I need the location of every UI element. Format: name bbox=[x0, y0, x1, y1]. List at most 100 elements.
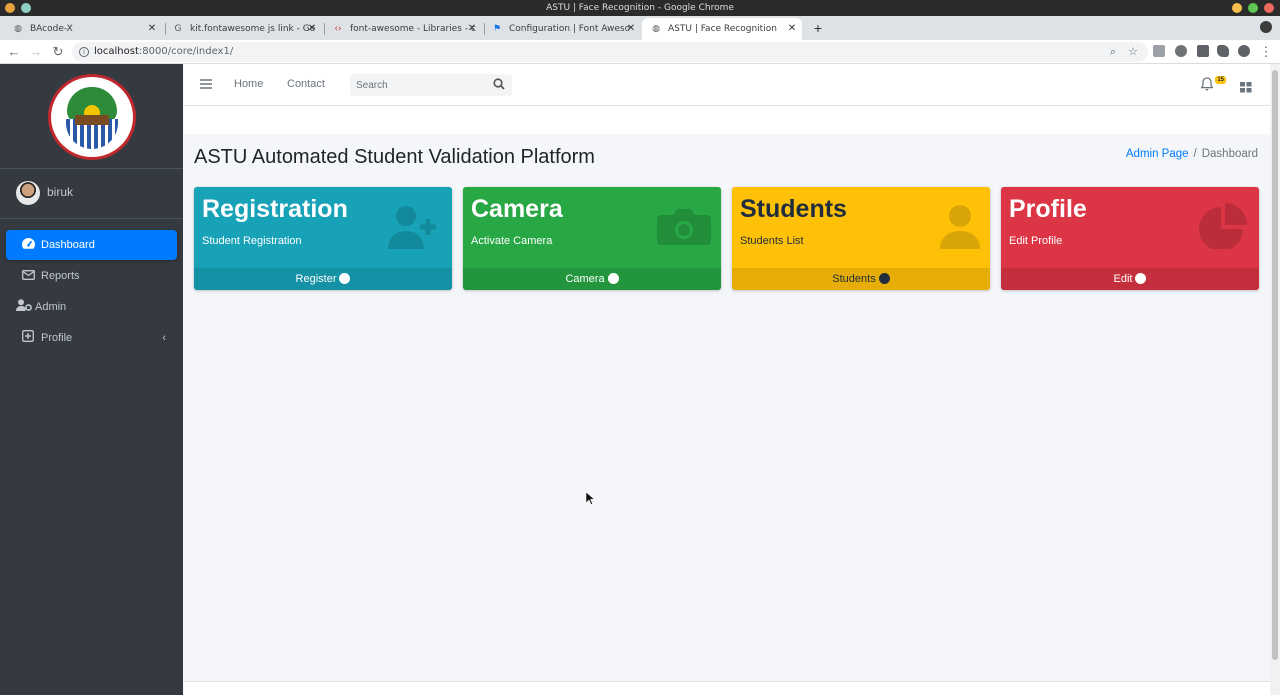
tab-label: ASTU | Face Recognition bbox=[668, 24, 777, 34]
tab-search-button[interactable] bbox=[1260, 21, 1272, 33]
search-icon[interactable] bbox=[493, 77, 507, 93]
sidebar-item-reports[interactable]: Reports bbox=[6, 261, 177, 291]
maximize-button[interactable] bbox=[1248, 3, 1258, 13]
tab-strip: ◍ BAcode-X ✕ G kit.fontawesome js link -… bbox=[0, 16, 1280, 40]
user-panel: biruk bbox=[0, 169, 183, 219]
extension-icon[interactable] bbox=[1197, 45, 1209, 57]
card-title: Students bbox=[740, 195, 847, 223]
extension-icon[interactable] bbox=[1153, 45, 1165, 57]
page-footer bbox=[184, 681, 1270, 695]
puzzle-extensions-icon[interactable] bbox=[1217, 45, 1229, 57]
sidebar: biruk Dashboard Reports Admin Profile ‹ bbox=[0, 64, 183, 695]
card-footer-students[interactable]: Students bbox=[732, 268, 990, 290]
bookmark-star-icon[interactable]: ☆ bbox=[1128, 42, 1138, 62]
astu-logo[interactable] bbox=[48, 74, 136, 160]
chrome-app-icon bbox=[5, 3, 15, 13]
sidebar-item-label: Admin bbox=[35, 301, 67, 313]
card-subtitle: Edit Profile bbox=[1009, 235, 1063, 247]
content-header-spacer bbox=[184, 106, 1270, 134]
tab-bacode[interactable]: ◍ BAcode-X ✕ bbox=[4, 18, 162, 40]
minimize-button[interactable] bbox=[1232, 3, 1242, 13]
bell-icon[interactable] bbox=[1200, 77, 1215, 93]
breadcrumb-link-admin[interactable]: Admin Page bbox=[1126, 148, 1189, 160]
new-tab-button[interactable]: + bbox=[810, 18, 826, 38]
user-cog-icon bbox=[16, 292, 32, 322]
page-title: ASTU Automated Student Validation Platfo… bbox=[194, 146, 595, 168]
scrollbar-thumb[interactable] bbox=[1272, 70, 1278, 660]
nav-link-contact[interactable]: Contact bbox=[287, 78, 325, 90]
camera-icon bbox=[657, 203, 711, 249]
navbar-search bbox=[350, 74, 512, 96]
tab-fontawesome-config[interactable]: ⚑ Configuration | Font Aweso ✕ bbox=[483, 18, 641, 40]
close-icon[interactable]: ✕ bbox=[146, 18, 158, 40]
close-icon[interactable]: ✕ bbox=[786, 18, 798, 40]
breadcrumb-separator: / bbox=[1193, 148, 1197, 160]
close-icon[interactable]: ✕ bbox=[625, 18, 637, 40]
user-name[interactable]: biruk bbox=[47, 185, 73, 199]
envelope-icon bbox=[20, 261, 36, 291]
card-camera: Camera Activate Camera Camera bbox=[463, 187, 721, 290]
sidebar-item-profile[interactable]: Profile ‹ bbox=[6, 323, 177, 353]
nav-link-home[interactable]: Home bbox=[234, 78, 263, 90]
sidebar-item-admin[interactable]: Admin bbox=[6, 292, 177, 322]
close-icon[interactable]: ✕ bbox=[306, 18, 318, 40]
tab-fontawesome-libraries[interactable]: ‹› font-awesome - Libraries - c ✕ bbox=[324, 18, 482, 40]
tab-label: kit.fontawesome js link - Go bbox=[190, 24, 316, 34]
tab-astu-face-recognition[interactable]: ◍ ASTU | Face Recognition ✕ bbox=[642, 18, 802, 40]
card-footer-label: Register bbox=[295, 273, 337, 285]
sidebar-item-dashboard[interactable]: Dashboard bbox=[6, 230, 177, 260]
card-title: Profile bbox=[1009, 195, 1087, 223]
window-left-icons bbox=[5, 3, 31, 13]
reload-button[interactable]: ↻ bbox=[50, 43, 66, 61]
arrow-circle-right-icon bbox=[878, 273, 890, 284]
google-icon: G bbox=[174, 24, 182, 34]
card-footer-edit[interactable]: Edit bbox=[1001, 268, 1259, 290]
extension-icon[interactable] bbox=[1175, 45, 1187, 57]
scrollbar[interactable] bbox=[1270, 64, 1280, 695]
tab-fontawesome-search[interactable]: G kit.fontawesome js link - Go ✕ bbox=[164, 18, 322, 40]
top-navbar: Home Contact 15 bbox=[184, 64, 1270, 106]
card-footer-label: Students bbox=[832, 273, 876, 285]
close-window-button[interactable] bbox=[1264, 3, 1274, 13]
url-field[interactable]: i localhost:8000/core/index1/ ⌕ ☆ bbox=[72, 42, 1148, 62]
site-info-icon[interactable]: i bbox=[79, 47, 89, 57]
window-pin-icon[interactable] bbox=[21, 3, 31, 13]
sidebar-item-label: Profile bbox=[41, 332, 73, 344]
card-footer-label: Camera bbox=[565, 273, 605, 285]
url-path: :8000/core/index1/ bbox=[138, 46, 234, 57]
breadcrumb-current: Dashboard bbox=[1201, 148, 1258, 160]
breadcrumb: Admin Page / Dashboard bbox=[1126, 148, 1258, 160]
zoom-icon[interactable]: ⌕ bbox=[1110, 42, 1116, 62]
card-profile: Profile Edit Profile Edit bbox=[1001, 187, 1259, 290]
tab-label: BAcode-X bbox=[30, 24, 73, 34]
user-icon bbox=[926, 203, 980, 249]
window-title: ASTU | Face Recognition - Google Chrome bbox=[546, 3, 734, 13]
card-subtitle: Student Registration bbox=[202, 235, 302, 247]
chevron-left-icon: ‹ bbox=[162, 332, 166, 344]
card-students: Students Students List Students bbox=[732, 187, 990, 290]
dashboard-icon bbox=[20, 230, 36, 260]
card-footer-register[interactable]: Register bbox=[194, 268, 452, 290]
window-controls bbox=[1232, 3, 1274, 13]
plus-square-icon bbox=[20, 323, 36, 353]
forward-button[interactable]: → bbox=[28, 43, 44, 61]
arrow-circle-right-icon bbox=[607, 273, 619, 284]
chrome-menu-icon[interactable]: ⋮ bbox=[1258, 43, 1274, 61]
profile-avatar-icon[interactable] bbox=[1238, 45, 1250, 57]
notification-badge: 15 bbox=[1215, 76, 1226, 84]
card-footer-camera[interactable]: Camera bbox=[463, 268, 721, 290]
search-input[interactable] bbox=[350, 74, 480, 96]
back-button[interactable]: ← bbox=[6, 43, 22, 61]
globe-icon: ◍ bbox=[652, 24, 660, 34]
globe-icon: ◍ bbox=[14, 24, 22, 34]
hamburger-menu-icon[interactable] bbox=[200, 76, 212, 92]
close-icon[interactable]: ✕ bbox=[466, 18, 478, 40]
grid-apps-icon[interactable] bbox=[1240, 80, 1252, 93]
card-title: Camera bbox=[471, 195, 563, 223]
card-subtitle: Students List bbox=[740, 235, 804, 247]
url-host: localhost bbox=[94, 46, 139, 57]
tab-label: Configuration | Font Aweso bbox=[509, 24, 631, 34]
avatar[interactable] bbox=[16, 181, 40, 205]
arrow-circle-right-icon bbox=[1135, 273, 1147, 284]
card-footer-label: Edit bbox=[1113, 273, 1133, 285]
